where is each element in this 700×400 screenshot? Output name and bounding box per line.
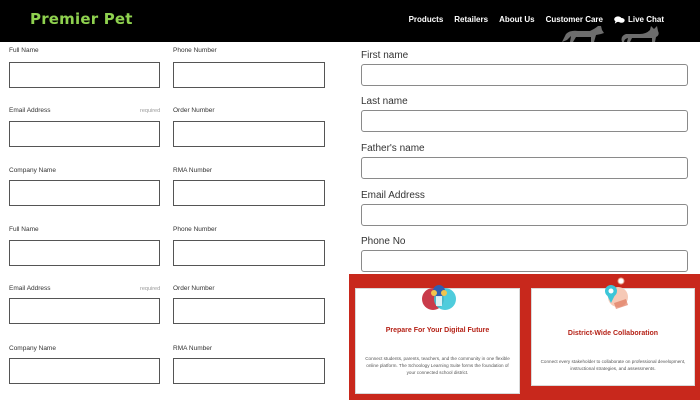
digital-future-title: Prepare For Your Digital Future bbox=[385, 327, 490, 334]
digital-future-text: Connect students, parents, teachers, and… bbox=[365, 356, 510, 375]
nav-about-us[interactable]: About Us bbox=[499, 15, 535, 24]
phone-number-input-2[interactable] bbox=[173, 240, 325, 266]
digital-future-card[interactable]: Prepare For Your Digital Future Connect … bbox=[355, 285, 520, 394]
rma-number-input[interactable] bbox=[173, 180, 325, 206]
full-name-input-2[interactable] bbox=[9, 240, 160, 266]
nav-customer-care[interactable]: Customer Care bbox=[546, 15, 603, 24]
pets-silhouette-icon bbox=[562, 26, 659, 42]
email-required-label-2: required bbox=[140, 286, 161, 292]
last-name-label: Last name bbox=[361, 96, 408, 107]
email-required-label: required bbox=[140, 108, 161, 114]
digital-community-icon bbox=[422, 285, 456, 310]
collaboration-map-icon bbox=[605, 277, 628, 309]
site-header: Premier Pet Products Retailers About Us … bbox=[0, 0, 700, 42]
district-collaboration-title: District-Wide Collaboration bbox=[567, 330, 659, 337]
phone-number-label-2: Phone Number bbox=[173, 226, 217, 233]
email-address-input-right[interactable] bbox=[361, 204, 688, 226]
email-address-label-right: Email Address bbox=[361, 190, 425, 201]
phone-number-label: Phone Number bbox=[173, 47, 217, 54]
promo-section: Prepare For Your Digital Future Connect … bbox=[349, 274, 700, 400]
email-address-input-2[interactable] bbox=[9, 298, 160, 324]
first-name-label: First name bbox=[361, 50, 409, 61]
chat-bubble-icon bbox=[614, 15, 625, 24]
full-name-input[interactable] bbox=[9, 62, 160, 88]
email-address-input[interactable] bbox=[9, 121, 160, 147]
company-name-label: Company Name bbox=[9, 167, 56, 174]
nav-products-label: Products bbox=[408, 15, 444, 24]
district-collaboration-text: Connect every stakeholder to collaborate… bbox=[540, 359, 686, 371]
rma-number-input-2[interactable] bbox=[173, 358, 325, 384]
last-name-input[interactable] bbox=[361, 110, 688, 132]
full-name-label: Full Name bbox=[9, 47, 39, 54]
full-name-label-2: Full Name bbox=[9, 226, 39, 233]
nav-live-chat-label: Live Chat bbox=[627, 15, 664, 24]
district-collaboration-card[interactable]: District-Wide Collaboration Connect ever… bbox=[531, 277, 695, 386]
rma-number-label: RMA Number bbox=[173, 167, 213, 174]
phone-no-label: Phone No bbox=[361, 236, 406, 247]
nav-about-us-label: About Us bbox=[499, 15, 535, 24]
company-name-input-2[interactable] bbox=[9, 358, 160, 384]
email-address-label: Email Address bbox=[9, 107, 51, 114]
nav-customer-care-label: Customer Care bbox=[545, 15, 603, 24]
phone-no-input[interactable] bbox=[361, 250, 688, 272]
fathers-name-input[interactable] bbox=[361, 157, 688, 179]
order-number-input-2[interactable] bbox=[173, 298, 325, 324]
nav-retailers-label: Retailers bbox=[454, 15, 489, 24]
main-nav: Products Retailers About Us Customer Car… bbox=[409, 15, 664, 24]
order-number-label-2: Order Number bbox=[173, 285, 215, 292]
fathers-name-label: Father's name bbox=[361, 143, 425, 154]
phone-number-input[interactable] bbox=[173, 62, 325, 88]
company-name-label-2: Company Name bbox=[9, 345, 56, 352]
nav-products[interactable]: Products bbox=[409, 15, 444, 24]
right-registration-form: First name Last name Father's name Email… bbox=[352, 42, 700, 274]
email-address-label-2: Email Address bbox=[9, 285, 51, 292]
nav-retailers[interactable]: Retailers bbox=[454, 15, 488, 24]
left-contact-form: Full Name Phone Number Email Address req… bbox=[0, 42, 345, 400]
company-name-input[interactable] bbox=[9, 180, 160, 206]
order-number-input[interactable] bbox=[173, 121, 325, 147]
first-name-input[interactable] bbox=[361, 64, 688, 86]
nav-live-chat[interactable]: Live Chat bbox=[614, 15, 664, 24]
brand-logo[interactable]: Premier Pet bbox=[30, 10, 133, 28]
rma-number-label-2: RMA Number bbox=[173, 345, 213, 352]
order-number-label: Order Number bbox=[173, 107, 215, 114]
